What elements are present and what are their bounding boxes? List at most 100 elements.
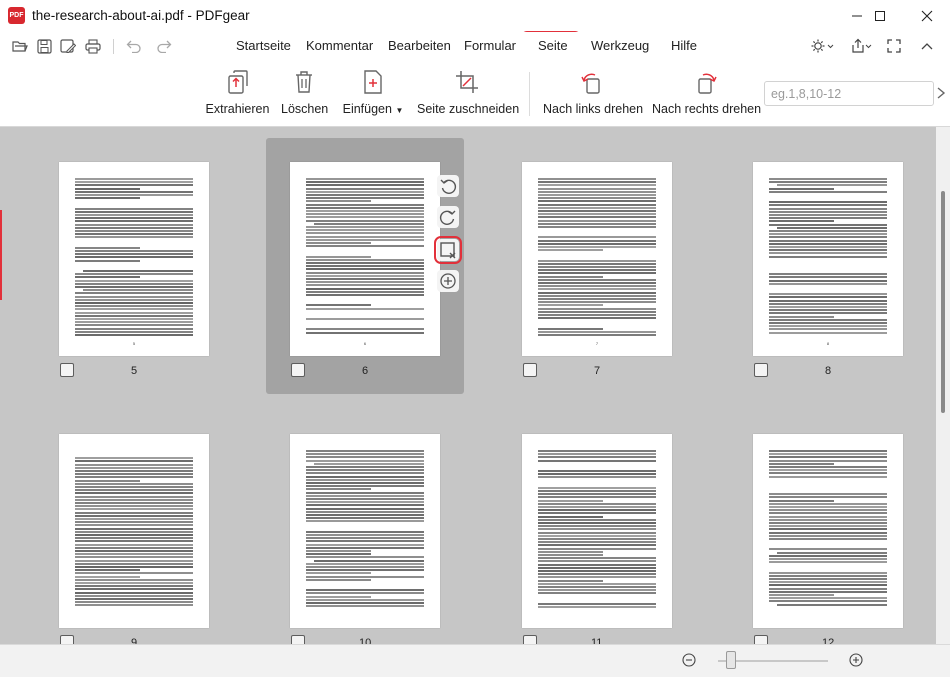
undo-button[interactable] <box>124 36 144 56</box>
page-select-checkbox[interactable] <box>754 635 768 644</box>
close-button[interactable] <box>904 0 950 32</box>
page-text-line <box>75 537 193 540</box>
page-text-line <box>75 190 193 193</box>
page-range-input[interactable] <box>764 81 934 106</box>
page-insert-button[interactable] <box>437 270 459 292</box>
page-text-line <box>769 515 887 518</box>
open-button[interactable] <box>10 36 30 56</box>
rotate-right-icon <box>439 210 456 225</box>
share-button[interactable] <box>849 36 873 56</box>
zoom-slider-thumb[interactable] <box>726 651 736 669</box>
page-text-line <box>538 310 656 313</box>
theme-button[interactable] <box>809 36 835 56</box>
extract-button[interactable]: Extrahieren <box>205 60 270 126</box>
menu-startseite[interactable]: Startseite <box>236 38 291 53</box>
page-text-line <box>769 239 887 242</box>
page-card-5[interactable]: 5 5 <box>34 138 232 394</box>
page-text-line <box>538 525 656 528</box>
page-text-line <box>769 315 834 318</box>
menu-werkzeug[interactable]: Werkzeug <box>591 38 649 53</box>
page-text-line <box>306 472 424 475</box>
page-select-checkbox[interactable] <box>291 363 305 377</box>
page-text-line <box>538 522 656 524</box>
page-thumbnail[interactable] <box>59 434 209 628</box>
page-text-line <box>538 518 656 521</box>
page-text-line <box>75 588 193 591</box>
page-card-7[interactable]: 7 7 <box>497 138 695 394</box>
page-card-8[interactable]: 8 8 <box>728 138 926 394</box>
page-text-line <box>538 187 656 190</box>
insert-button[interactable]: Einfügen ▼ <box>342 60 404 126</box>
page-text-line <box>306 281 424 284</box>
page-select-checkbox[interactable] <box>523 635 537 644</box>
zoom-out-button[interactable] <box>682 653 696 667</box>
page-text-line <box>769 534 887 537</box>
page-thumbnail[interactable] <box>753 434 903 628</box>
collapse-ribbon-button[interactable] <box>917 36 937 56</box>
scrollbar-thumb[interactable] <box>941 191 945 413</box>
save-button[interactable] <box>34 36 54 56</box>
maximize-button[interactable] <box>857 0 903 32</box>
zoom-in-button[interactable] <box>849 653 863 667</box>
page-card-12[interactable]: 12 <box>728 410 926 644</box>
page-text-line <box>777 184 887 187</box>
page-thumbnail[interactable]: 5 <box>59 162 209 356</box>
menu-hilfe[interactable]: Hilfe <box>671 38 697 53</box>
page-select-checkbox[interactable] <box>523 363 537 377</box>
page-rotate-left-button[interactable] <box>437 175 459 197</box>
page-text-line <box>769 475 887 478</box>
menu-bearbeiten[interactable]: Bearbeiten <box>388 38 451 53</box>
page-thumbnail[interactable]: 7 <box>522 162 672 356</box>
menu-formular[interactable]: Formular <box>464 38 516 53</box>
page-text-line <box>306 553 371 556</box>
page-number-label: 8 <box>825 365 832 377</box>
menu-seite[interactable]: Seite <box>538 38 568 53</box>
page-thumbnail[interactable]: 8 <box>753 162 903 356</box>
page-thumbnail[interactable]: 6 <box>290 162 440 356</box>
page-number-label: 12 <box>822 637 835 644</box>
toolbar-scroll-right-button[interactable] <box>934 83 948 103</box>
delete-button[interactable]: Löschen <box>281 60 328 126</box>
page-text-line <box>769 249 887 252</box>
page-text-line <box>75 466 193 469</box>
extract-icon <box>227 70 248 94</box>
page-text-line <box>75 233 193 236</box>
page-text-line <box>538 573 656 576</box>
page-text-line <box>769 181 887 184</box>
page-text-line <box>75 282 193 285</box>
page-card-11[interactable]: 11 <box>497 410 695 644</box>
page-text-line <box>306 507 424 510</box>
page-select-checkbox[interactable] <box>60 363 74 377</box>
page-select-checkbox[interactable] <box>60 635 74 644</box>
page-text-line <box>75 495 193 498</box>
page-select-checkbox[interactable] <box>754 363 768 377</box>
rotate-left-button[interactable]: Nach links drehen <box>543 60 643 126</box>
rotate-right-button[interactable]: Nach rechts drehen <box>652 60 761 126</box>
page-text-line <box>75 236 193 239</box>
fullscreen-button[interactable] <box>884 36 904 56</box>
print-icon <box>85 38 101 54</box>
page-text-line <box>538 275 603 278</box>
page-thumbnail[interactable] <box>522 434 672 628</box>
save-as-button[interactable] <box>58 36 78 56</box>
print-button[interactable] <box>83 36 103 56</box>
page-text-line <box>769 450 887 452</box>
crop-page-button[interactable]: Seite zuschneiden <box>417 60 519 126</box>
redo-button[interactable] <box>154 36 174 56</box>
page-text-line <box>777 603 887 606</box>
page-delete-button[interactable] <box>434 236 462 264</box>
vertical-scrollbar[interactable] <box>936 127 950 644</box>
menu-kommentar[interactable]: Kommentar <box>306 38 373 53</box>
page-text-line <box>777 226 887 229</box>
page-text-line <box>769 574 887 577</box>
page-thumbnail[interactable] <box>290 434 440 628</box>
page-select-checkbox[interactable] <box>291 635 305 644</box>
page-text-line <box>75 482 193 485</box>
page-card-9[interactable]: 9 <box>34 410 232 644</box>
page-rotate-right-button[interactable] <box>437 206 459 228</box>
page-text-line <box>538 203 656 206</box>
page-card-10[interactable]: 10 <box>266 410 464 644</box>
page-card-6[interactable]: 6 6 <box>266 138 464 394</box>
page-text-line <box>538 582 656 585</box>
window-title: the-research-about-ai.pdf - PDFgear <box>32 8 250 23</box>
